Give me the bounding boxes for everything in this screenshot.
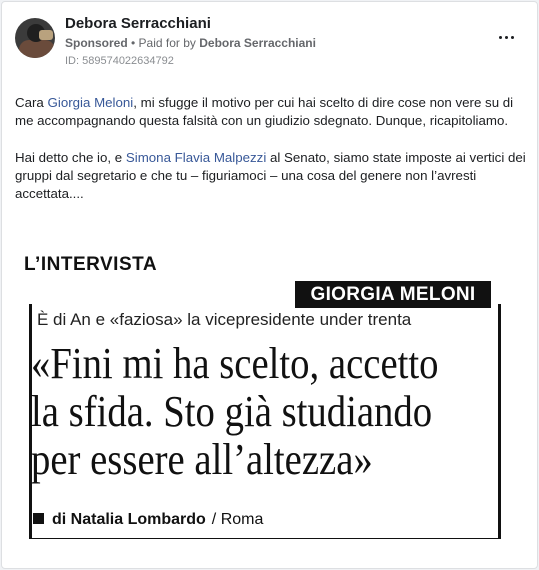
article-byline: di Natalia Lombardo / Roma bbox=[33, 511, 263, 529]
dot bbox=[511, 36, 514, 39]
page-name[interactable]: Debora Serracchiani bbox=[65, 15, 211, 32]
newspaper-clipping-image[interactable]: L’INTERVISTA GIORGIA MELONI È di An e «f… bbox=[19, 248, 525, 548]
avatar-shape bbox=[19, 40, 55, 58]
separator: • bbox=[127, 36, 139, 50]
paragraph-2: Hai detto che io, e Simona Flavia Malpez… bbox=[15, 149, 527, 204]
square-bullet-icon bbox=[33, 513, 44, 524]
ad-id: ID: 589574022634792 bbox=[65, 55, 174, 67]
dot bbox=[505, 36, 508, 39]
avatar-shape bbox=[39, 30, 53, 40]
byline-author: di Natalia Lombardo bbox=[52, 511, 206, 528]
headline-line: «Fini mi ha scelto, accetto bbox=[31, 339, 439, 388]
paid-for-name: Debora Serracchiani bbox=[199, 36, 316, 50]
text-segment: Cara bbox=[15, 95, 48, 110]
headline-line: per essere all’altezza» bbox=[31, 435, 373, 484]
section-heading: L’INTERVISTA bbox=[24, 254, 158, 275]
mention-link-simona-malpezzi[interactable]: Simona Flavia Malpezzi bbox=[126, 150, 266, 165]
post-header: Debora Serracchiani Sponsored • Paid for… bbox=[2, 2, 537, 82]
ad-post-card: Debora Serracchiani Sponsored • Paid for… bbox=[1, 1, 538, 569]
paid-for-label: Paid for by bbox=[138, 36, 200, 50]
headline-line: la sfida. Sto già studiando bbox=[31, 387, 433, 436]
article-kicker: È di An e «faziosa» la vicepresidente un… bbox=[37, 310, 412, 329]
text-segment: Hai detto che io, e bbox=[15, 149, 126, 165]
more-options-icon[interactable] bbox=[497, 32, 519, 44]
article-headline: «Fini mi ha scelto, accetto la sfida. St… bbox=[31, 340, 506, 484]
avatar[interactable] bbox=[15, 18, 55, 58]
dot bbox=[499, 36, 502, 39]
sponsor-info: Sponsored • Paid for by Debora Serracchi… bbox=[65, 36, 316, 50]
post-text: Cara Giorgia Meloni, mi sfugge il motivo… bbox=[15, 94, 527, 221]
sponsored-label: Sponsored bbox=[65, 36, 128, 50]
paragraph-1: Cara Giorgia Meloni, mi sfugge il motivo… bbox=[15, 94, 527, 131]
byline-place: / Roma bbox=[211, 511, 264, 528]
person-banner: GIORGIA MELONI bbox=[295, 281, 491, 308]
mention-link-giorgia-meloni[interactable]: Giorgia Meloni bbox=[48, 95, 134, 110]
